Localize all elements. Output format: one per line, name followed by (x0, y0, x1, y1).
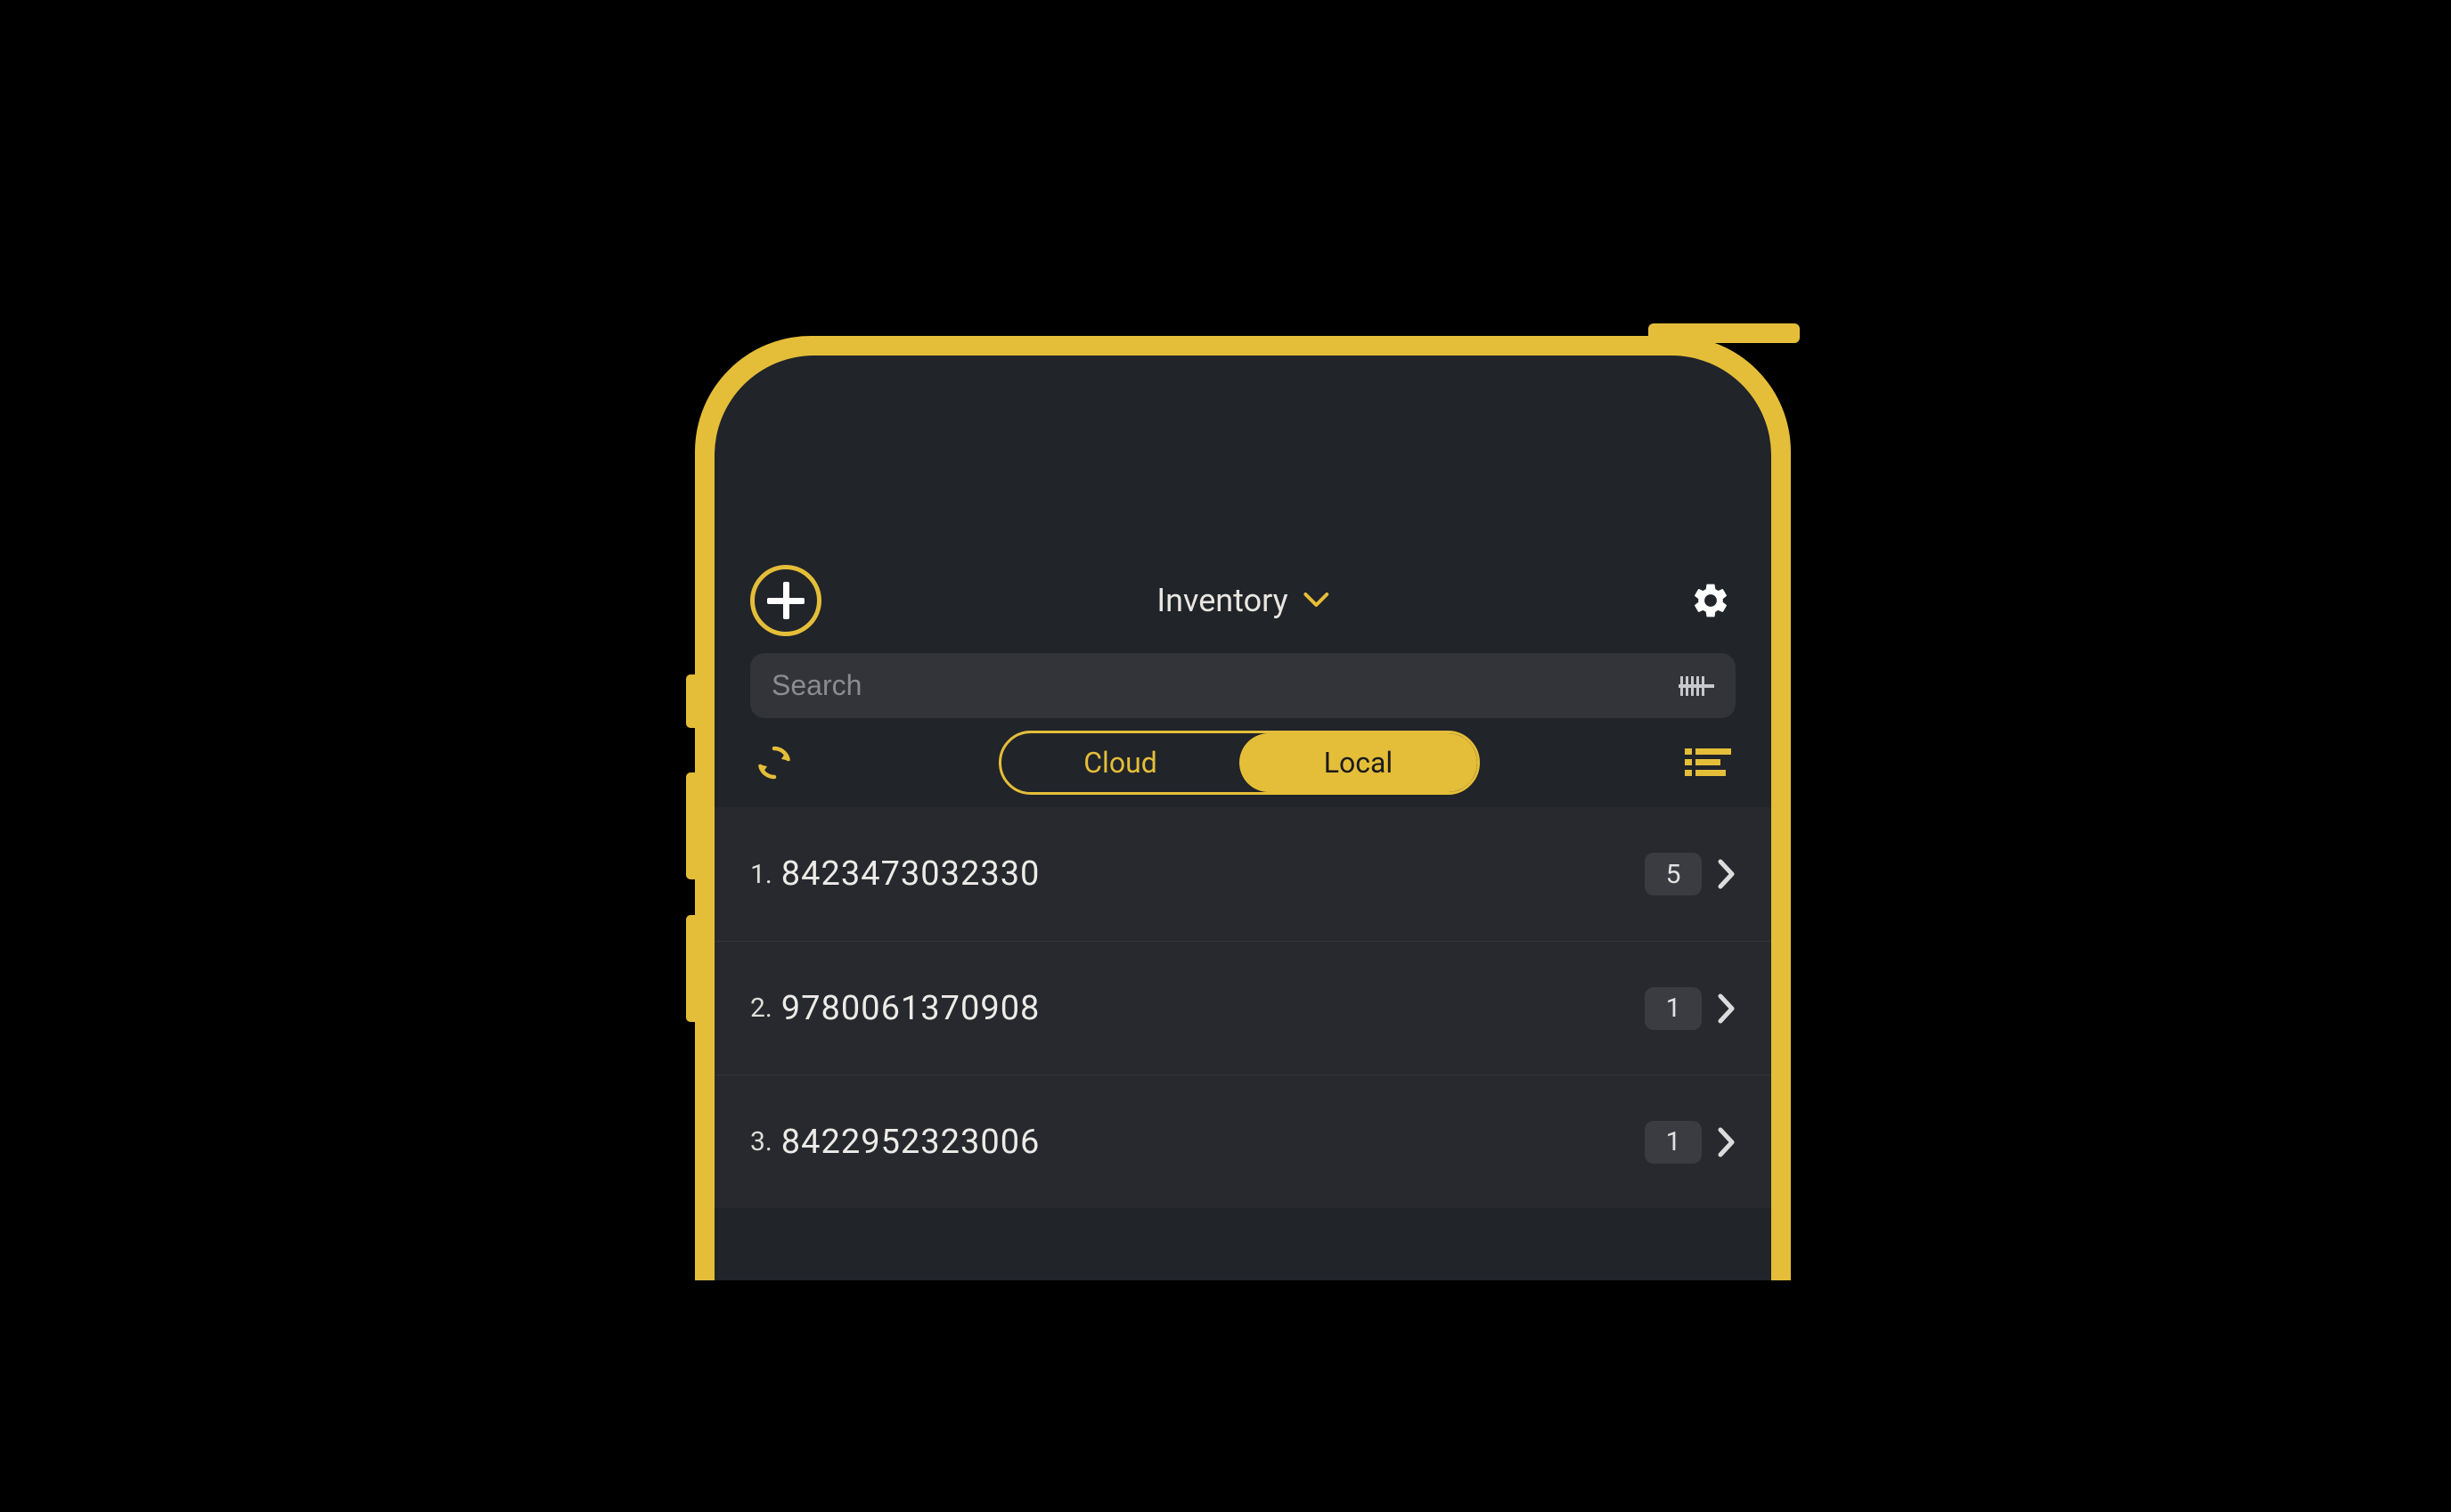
segment-cloud-label: Cloud (1083, 746, 1157, 780)
list-item-index: 1. (750, 859, 772, 890)
list-item-disclosure (1718, 859, 1736, 889)
list-icon (1685, 747, 1731, 779)
segment-cloud[interactable]: Cloud (1001, 733, 1239, 792)
segment-local[interactable]: Local (1239, 733, 1477, 792)
inventory-list: 1. 8423473032330 5 2. 9780061370908 1 (715, 807, 1771, 1208)
list-item[interactable]: 2. 9780061370908 1 (715, 941, 1771, 1075)
search-bar[interactable] (750, 653, 1736, 718)
sync-icon (755, 743, 794, 782)
segment-local-label: Local (1324, 746, 1393, 780)
view-mode-button[interactable] (1685, 747, 1731, 779)
chevron-right-icon (1718, 1127, 1736, 1157)
barcode-icon (1679, 674, 1714, 698)
list-item[interactable]: 1. 8423473032330 5 (715, 807, 1771, 941)
status-bar-area (715, 356, 1771, 560)
add-button[interactable] (750, 565, 821, 636)
list-item-code: 9780061370908 (781, 989, 1041, 1028)
page-title: Inventory (1156, 582, 1287, 619)
barcode-scan-button[interactable] (1679, 674, 1714, 698)
list-item-index: 2. (750, 993, 772, 1024)
list-item-disclosure (1718, 993, 1736, 1024)
chevron-right-icon (1718, 859, 1736, 889)
list-item[interactable]: 3. 8422952323006 1 (715, 1075, 1771, 1208)
chevron-right-icon (1718, 993, 1736, 1024)
app-header: Inventory (715, 560, 1771, 641)
segmented-control: Cloud Local (999, 731, 1480, 795)
settings-button[interactable] (1690, 580, 1731, 621)
list-item-code: 8423473032330 (781, 854, 1041, 894)
list-item-code: 8422952323006 (781, 1123, 1041, 1162)
app-screen: Inventory (715, 356, 1771, 1280)
list-item-index: 3. (750, 1126, 772, 1157)
search-input[interactable] (772, 669, 1664, 702)
title-dropdown[interactable]: Inventory (1156, 582, 1328, 619)
gear-icon (1690, 580, 1731, 621)
sync-button[interactable] (755, 743, 794, 782)
phone-frame: Inventory (695, 336, 1791, 1280)
toolbar: Cloud Local (715, 718, 1771, 807)
plus-icon (765, 580, 806, 621)
list-item-disclosure (1718, 1127, 1736, 1157)
list-item-count: 1 (1645, 1121, 1702, 1164)
chevron-down-icon (1304, 593, 1329, 609)
list-item-count: 1 (1645, 987, 1702, 1030)
list-item-count: 5 (1645, 853, 1702, 895)
